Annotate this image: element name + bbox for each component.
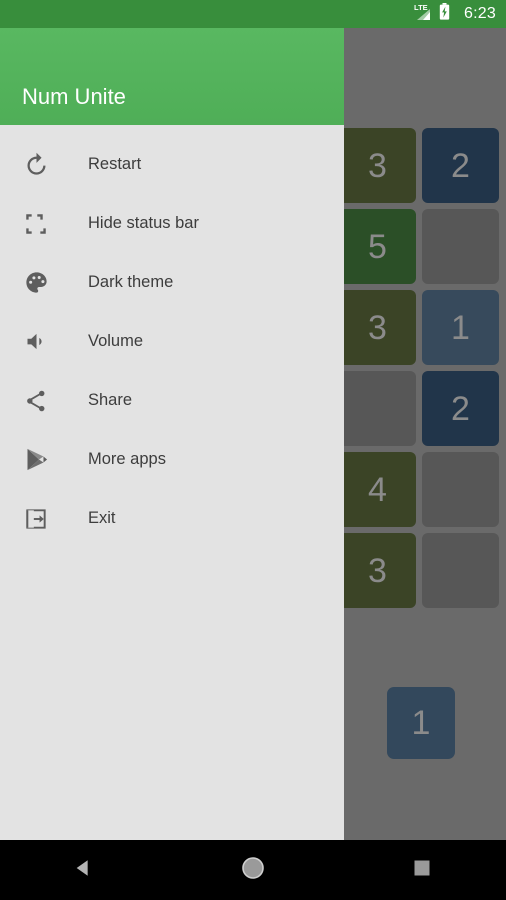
number-tile[interactable]: 3 bbox=[339, 290, 416, 365]
grid-cell[interactable] bbox=[336, 368, 419, 449]
signal-bars-icon: LTE bbox=[414, 2, 432, 22]
grid-cell[interactable] bbox=[419, 530, 502, 611]
empty-tile[interactable] bbox=[422, 533, 499, 608]
navigation-drawer[interactable]: Num Unite Restart Hide status bar Dark t… bbox=[0, 28, 344, 840]
menu-item-share[interactable]: Share bbox=[0, 371, 344, 430]
floating-tile[interactable]: 1 bbox=[387, 687, 455, 759]
volume-icon bbox=[12, 328, 60, 355]
grid-cell[interactable]: 3 bbox=[336, 530, 419, 611]
play-store-icon bbox=[12, 446, 60, 473]
grid-cell[interactable]: 5 bbox=[336, 206, 419, 287]
menu-item-hide-status-bar[interactable]: Hide status bar bbox=[0, 194, 344, 253]
home-circle-icon bbox=[241, 856, 265, 885]
grid-cell[interactable] bbox=[419, 206, 502, 287]
drawer-header: Num Unite bbox=[0, 28, 344, 125]
phone-screen: LTE 6:23 32531243 1 Num Unite Restart Hi… bbox=[0, 0, 506, 900]
nav-recents-button[interactable] bbox=[337, 840, 506, 900]
status-bar-clock: 6:23 bbox=[464, 4, 496, 22]
menu-item-volume[interactable]: Volume bbox=[0, 312, 344, 371]
lte-label: LTE bbox=[414, 2, 428, 12]
menu-item-label: Share bbox=[88, 391, 133, 410]
grid-cell[interactable]: 1 bbox=[419, 287, 502, 368]
grid-cell[interactable] bbox=[419, 449, 502, 530]
number-tile[interactable]: 5 bbox=[339, 209, 416, 284]
grid-cell[interactable]: 2 bbox=[419, 368, 502, 449]
menu-item-dark-theme[interactable]: Dark theme bbox=[0, 253, 344, 312]
exit-icon bbox=[12, 506, 60, 532]
empty-tile[interactable] bbox=[339, 371, 416, 446]
menu-item-label: More apps bbox=[88, 450, 166, 469]
recents-square-icon bbox=[413, 859, 431, 882]
grid-cell[interactable]: 3 bbox=[336, 287, 419, 368]
menu-item-exit[interactable]: Exit bbox=[0, 489, 344, 548]
menu-item-label: Exit bbox=[88, 509, 116, 528]
menu-item-label: Dark theme bbox=[88, 273, 174, 292]
nav-back-button[interactable] bbox=[0, 840, 169, 900]
number-tile[interactable]: 4 bbox=[339, 452, 416, 527]
menu-item-label: Volume bbox=[88, 332, 144, 351]
number-tile[interactable]: 3 bbox=[339, 128, 416, 203]
number-tile[interactable]: 1 bbox=[422, 290, 499, 365]
grid-cell[interactable]: 4 bbox=[336, 449, 419, 530]
grid-cell[interactable]: 2 bbox=[419, 125, 502, 206]
share-icon bbox=[12, 388, 60, 414]
empty-tile[interactable] bbox=[422, 209, 499, 284]
number-tile[interactable]: 2 bbox=[422, 128, 499, 203]
status-bar: LTE 6:23 bbox=[0, 0, 506, 28]
empty-tile[interactable] bbox=[422, 452, 499, 527]
drawer-menu-list[interactable]: Restart Hide status bar Dark theme Volum… bbox=[0, 125, 344, 548]
grid-cell[interactable]: 3 bbox=[336, 125, 419, 206]
menu-item-more-apps[interactable]: More apps bbox=[0, 430, 344, 489]
battery-charging-icon bbox=[439, 3, 450, 25]
restart-icon bbox=[12, 151, 60, 178]
nav-home-button[interactable] bbox=[169, 840, 338, 900]
menu-item-restart[interactable]: Restart bbox=[0, 135, 344, 194]
number-tile[interactable]: 3 bbox=[339, 533, 416, 608]
status-bar-icons: LTE 6:23 bbox=[414, 2, 496, 25]
menu-item-label: Restart bbox=[88, 155, 142, 174]
app-title: Num Unite bbox=[22, 84, 126, 109]
number-tile[interactable]: 2 bbox=[422, 371, 499, 446]
back-triangle-icon bbox=[73, 857, 95, 884]
fullscreen-icon bbox=[12, 211, 60, 237]
palette-icon bbox=[12, 269, 60, 296]
menu-item-label: Hide status bar bbox=[88, 214, 199, 233]
android-nav-bar[interactable] bbox=[0, 840, 506, 900]
